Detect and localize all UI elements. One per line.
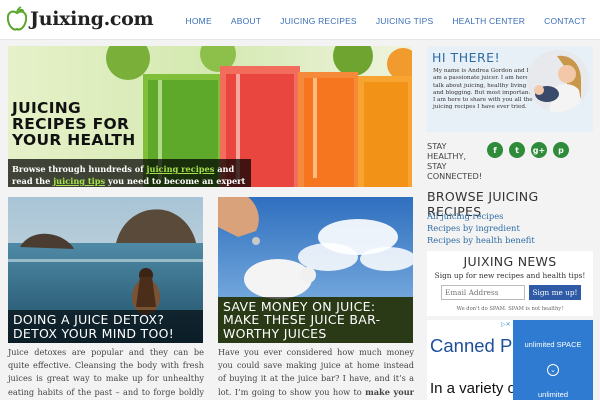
site-header: Juixing.com HOME ABOUT JUICING RECIPES J… — [0, 0, 600, 40]
site-logo[interactable]: Juixing.com — [7, 4, 154, 34]
stay-connected-text: STAY HEALTHY, STAY CONNECTED! — [427, 141, 483, 181]
signup-button[interactable]: Sign me up! — [529, 285, 581, 300]
about-title: HI THERE! — [432, 50, 501, 65]
newsletter-box: JUIXING NEWS Sign up for new recipes and… — [427, 251, 593, 316]
hero-caption-text: Browse through hundreds of — [12, 164, 147, 174]
facebook-icon[interactable]: f — [487, 142, 503, 158]
newsletter-title: JUIXING NEWS — [463, 254, 557, 269]
main-content: JUICING RECIPES FOR YOUR HEALTH Browse t… — [0, 40, 600, 400]
hero-caption: Browse through hundreds of juicing recip… — [8, 159, 251, 187]
nav-health-center[interactable]: HEALTH CENTER — [452, 16, 525, 26]
link-all-recipes[interactable]: All juicing recipes — [427, 210, 535, 222]
ad-side-text-2: unlimited — [537, 390, 568, 399]
avatar-photo — [527, 50, 589, 112]
avatar — [527, 50, 589, 112]
ad-side-text: unlimited SPACE — [524, 340, 582, 349]
no-spam-note: We don't do SPAM. SPAM is not healthy! — [456, 306, 564, 312]
article-title-save-money[interactable]: SAVE MONEY ON JUICE: MAKE THESE JUICE BA… — [218, 296, 413, 343]
ad-arrow-icon: ⌄ — [547, 364, 559, 376]
article-excerpt-save-money: Have you ever considered how much money … — [218, 346, 414, 400]
link-recipes-by-health-benefit[interactable]: Recipes by health benefit — [427, 234, 535, 246]
hero-title: JUICING RECIPES FOR YOUR HEALTH — [12, 99, 136, 149]
article-excerpt-detox: Juice detoxes are popular and they can b… — [8, 347, 204, 400]
nav-juicing-tips[interactable]: JUICING TIPS — [376, 16, 434, 26]
email-field[interactable] — [441, 285, 525, 300]
hero-link-juicing-tips[interactable]: juicing tips — [53, 176, 105, 186]
nav-contact[interactable]: CONTACT — [544, 16, 586, 26]
article-title-detox[interactable]: DOING A JUICE DETOX? DETOX YOUR MIND TOO… — [8, 310, 203, 343]
article-card-detox[interactable]: DOING A JUICE DETOX? DETOX YOUR MIND TOO… — [8, 197, 203, 343]
hero-banner[interactable]: JUICING RECIPES FOR YOUR HEALTH Browse t… — [8, 46, 412, 187]
ad-choices-icon[interactable]: ▷✕ — [501, 321, 511, 329]
newsletter-subtitle: Sign up for new recipes and health tips! — [434, 271, 586, 280]
pinterest-icon[interactable]: p — [553, 142, 569, 158]
nav-about[interactable]: ABOUT — [231, 16, 261, 26]
ad-side-panel: unlimited SPACE ⌄ unlimited — [513, 320, 593, 400]
article-card-save-money[interactable]: SAVE MONEY ON JUICE: MAKE THESE JUICE BA… — [218, 197, 413, 343]
twitter-icon[interactable]: t — [509, 142, 525, 158]
social-icons: f t g+ p — [487, 142, 575, 158]
advertisement[interactable]: Canned Peaches In a variety of grades ▷✕… — [427, 320, 593, 400]
hero-link-juicing-recipes[interactable]: juicing recipes — [147, 164, 215, 174]
nav-juicing-recipes[interactable]: JUICING RECIPES — [280, 16, 357, 26]
browse-recipes-list: All juicing recipes Recipes by ingredien… — [427, 210, 535, 246]
about-box: HI THERE! My name is Andrea Gordon and I… — [427, 46, 593, 132]
about-text: My name is Andrea Gordon and I am a pass… — [433, 68, 537, 111]
google-plus-icon[interactable]: g+ — [531, 142, 547, 158]
nav-home[interactable]: HOME — [186, 16, 212, 26]
apple-logo-icon — [7, 6, 27, 31]
main-nav: HOME ABOUT JUICING RECIPES JUICING TIPS … — [167, 16, 586, 26]
link-recipes-by-ingredient[interactable]: Recipes by ingredient — [427, 222, 535, 234]
logo-text: Juixing.com — [30, 8, 154, 30]
